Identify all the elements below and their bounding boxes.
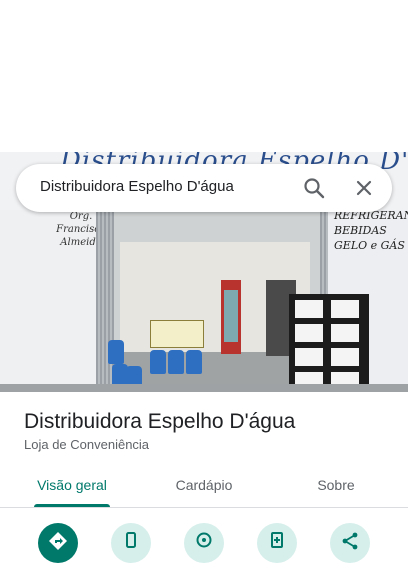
photo-price-card: [295, 300, 323, 318]
photo-price-card: [295, 348, 323, 366]
share-button[interactable]: [330, 523, 370, 563]
call-button[interactable]: [111, 523, 151, 563]
photo-water-bottle: [186, 350, 202, 374]
share-icon: [342, 532, 358, 550]
photo-shutter-left: [96, 210, 114, 392]
photo-price-card: [331, 300, 359, 318]
search-icon[interactable]: [303, 177, 325, 199]
photo-price-card: [331, 324, 359, 342]
directions-button[interactable]: [38, 523, 78, 563]
save-button[interactable]: [257, 523, 297, 563]
photo-price-card: [295, 324, 323, 342]
close-icon[interactable]: [354, 178, 374, 198]
tab-about[interactable]: Sobre: [306, 477, 366, 493]
tabs-divider: [0, 507, 408, 508]
search-input[interactable]: Distribuidora Espelho D'água: [40, 178, 234, 195]
tab-overview[interactable]: Visão geral: [34, 477, 110, 493]
blank-header-area: [0, 0, 408, 152]
directions-icon: [49, 532, 67, 550]
place-title: Distribuidora Espelho D'água: [24, 410, 296, 433]
photo-price-card: [331, 348, 359, 366]
save-icon: [271, 532, 283, 548]
photo-sidewalk: [0, 384, 408, 392]
photo-water-bottle: [150, 350, 166, 374]
photo-sign-right: REFRIGERANTES BEBIDAS GELO e GÁS: [334, 209, 408, 252]
photo-counter-sign: [150, 320, 204, 348]
phone-icon: [126, 532, 136, 548]
place-category: Loja de Conveniência: [24, 437, 150, 452]
tab-menu[interactable]: Cardápio: [164, 477, 244, 493]
photo-water-bottle: [108, 340, 124, 364]
photo-water-bottle: [168, 350, 184, 374]
photo-price-board: [289, 294, 369, 392]
nearby-button[interactable]: [184, 523, 224, 563]
location-pin-icon: [196, 532, 212, 548]
search-bar[interactable]: Distribuidora Espelho D'água: [16, 164, 392, 212]
photo-fridge-glass: [224, 290, 238, 342]
